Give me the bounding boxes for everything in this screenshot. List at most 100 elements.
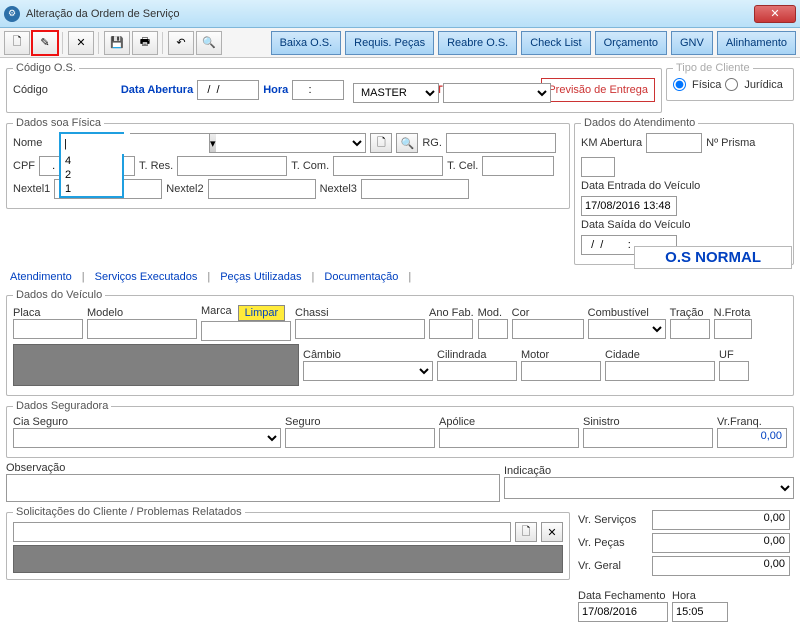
nfrota-input[interactable] [714, 319, 752, 339]
modelo-input[interactable] [87, 319, 197, 339]
tab-atendimento[interactable]: Atendimento [10, 271, 72, 285]
entrada-label: Data Entrada do Veículo [581, 180, 700, 192]
chassi-input[interactable] [295, 319, 425, 339]
dados-atend-legend: Dados do Atendimento [581, 117, 698, 129]
tab-servicos[interactable]: Serviços Executados [95, 271, 198, 285]
vr-servicos-value: 0,00 [652, 510, 790, 530]
baixa-button[interactable]: Baixa O.S. [271, 31, 342, 55]
nome-find-icon[interactable]: 🔍 [396, 133, 418, 153]
tipo-os-select[interactable] [443, 83, 551, 103]
nextel2-label: Nextel2 [166, 183, 203, 195]
mod-input[interactable] [478, 319, 508, 339]
gnv-button[interactable]: GNV [671, 31, 713, 55]
placa-input[interactable] [13, 319, 83, 339]
codigo-option[interactable]: 4 [61, 154, 122, 168]
cambio-label: Câmbio [303, 349, 433, 361]
cilindrada-input[interactable] [437, 361, 517, 381]
orcamento-button[interactable]: Orçamento [595, 31, 667, 55]
tcom-input[interactable] [333, 156, 443, 176]
codigo-option[interactable]: 2 [61, 168, 122, 182]
apolice-input[interactable] [439, 428, 579, 448]
entrada-input[interactable] [581, 196, 677, 216]
alinhamento-button[interactable]: Alinhamento [717, 31, 796, 55]
tres-input[interactable] [177, 156, 287, 176]
atendente-select[interactable]: MASTER [353, 83, 439, 103]
solic-del-icon[interactable]: ✕ [541, 522, 563, 542]
juridica-label: Jurídica [744, 79, 783, 91]
delete-button[interactable]: ✕ [68, 31, 94, 55]
observacao-label: Observação [6, 462, 500, 474]
nextel3-label: Nextel3 [320, 183, 357, 195]
rg-label: RG. [422, 137, 442, 149]
km-input[interactable] [646, 133, 702, 153]
chassi-label: Chassi [295, 307, 425, 319]
anofab-input[interactable] [429, 319, 473, 339]
vr-pecas-label: Vr. Peças [578, 537, 648, 549]
apolice-label: Apólice [439, 416, 579, 428]
vr-geral-value: 0,00 [652, 556, 790, 576]
rg-input[interactable] [446, 133, 556, 153]
data-fech-input[interactable] [578, 602, 668, 622]
combustivel-select[interactable] [588, 319, 666, 339]
requis-button[interactable]: Requis. Peças [345, 31, 434, 55]
codigo-dropdown[interactable]: ▾ 4 2 1 [59, 132, 124, 198]
sinistro-label: Sinistro [583, 416, 713, 428]
indicacao-select[interactable] [504, 477, 794, 499]
find-button[interactable]: 🔍 [196, 31, 222, 55]
hora-label: Hora [263, 84, 288, 96]
juridica-radio[interactable] [725, 78, 738, 91]
seguro-input[interactable] [285, 428, 435, 448]
motor-label: Motor [521, 349, 601, 361]
cor-input[interactable] [512, 319, 584, 339]
cambio-select[interactable] [303, 361, 433, 381]
fisica-radio[interactable] [673, 78, 686, 91]
codigo-option[interactable]: 1 [61, 182, 122, 196]
reabre-button[interactable]: Reabre O.S. [438, 31, 517, 55]
save-button[interactable]: 💾 [104, 31, 130, 55]
data-abertura-input[interactable] [197, 80, 259, 100]
seguradora-legend: Dados Seguradora [13, 400, 111, 412]
observacao-input[interactable] [6, 474, 500, 502]
chevron-down-icon[interactable]: ▾ [209, 134, 216, 152]
print-button[interactable]: 🖶 [132, 31, 158, 55]
close-button[interactable]: ✕ [754, 5, 796, 23]
tcom-label: T. Com. [291, 160, 329, 172]
nome-doc-icon[interactable]: 🗋 [370, 133, 392, 153]
cidade-input[interactable] [605, 361, 715, 381]
data-fech-label: Data Fechamento [578, 590, 668, 602]
nextel2-input[interactable] [208, 179, 316, 199]
motor-input[interactable] [521, 361, 601, 381]
vr-servicos-label: Vr. Serviços [578, 514, 648, 526]
nome-label: Nome [13, 137, 42, 149]
limpar-button[interactable]: Limpar [238, 305, 286, 321]
new-button[interactable]: 🗋 [4, 31, 30, 55]
marca-input[interactable] [201, 321, 291, 341]
codigo-input[interactable] [61, 134, 209, 154]
solic-input[interactable] [13, 522, 511, 542]
hora-fech-label: Hora [672, 590, 728, 602]
undo-button[interactable]: ↶ [168, 31, 194, 55]
solicitacoes-group: Solicitações do Cliente / Problemas Rela… [6, 506, 570, 580]
nextel1-label: Nextel1 [13, 183, 50, 195]
hora-fech-input[interactable] [672, 602, 728, 622]
nextel3-input[interactable] [361, 179, 469, 199]
prisma-label: Nº Prisma [706, 137, 755, 149]
tcel-input[interactable] [482, 156, 554, 176]
prisma-input[interactable] [581, 157, 615, 177]
sinistro-input[interactable] [583, 428, 713, 448]
cilindrada-label: Cilindrada [437, 349, 517, 361]
cia-select[interactable] [13, 428, 281, 448]
hora-input[interactable] [292, 80, 344, 100]
tab-pecas[interactable]: Peças Utilizadas [220, 271, 301, 285]
solic-add-icon[interactable]: 🗋 [515, 522, 537, 542]
checklist-button[interactable]: Check List [521, 31, 590, 55]
tipo-cliente-legend: Tipo de Cliente [673, 62, 753, 74]
previsao-entrega-button[interactable]: Previsão de Entrega [541, 78, 655, 102]
tracao-input[interactable] [670, 319, 710, 339]
indicacao-label: Indicação [504, 465, 794, 477]
veiculo-group: Dados do Veículo Placa Modelo MarcaLimpa… [6, 289, 794, 396]
tab-documentacao[interactable]: Documentação [324, 271, 398, 285]
edit-button[interactable]: ✎ [32, 31, 58, 55]
uf-input[interactable] [719, 361, 749, 381]
cpf-label: CPF [13, 160, 35, 172]
